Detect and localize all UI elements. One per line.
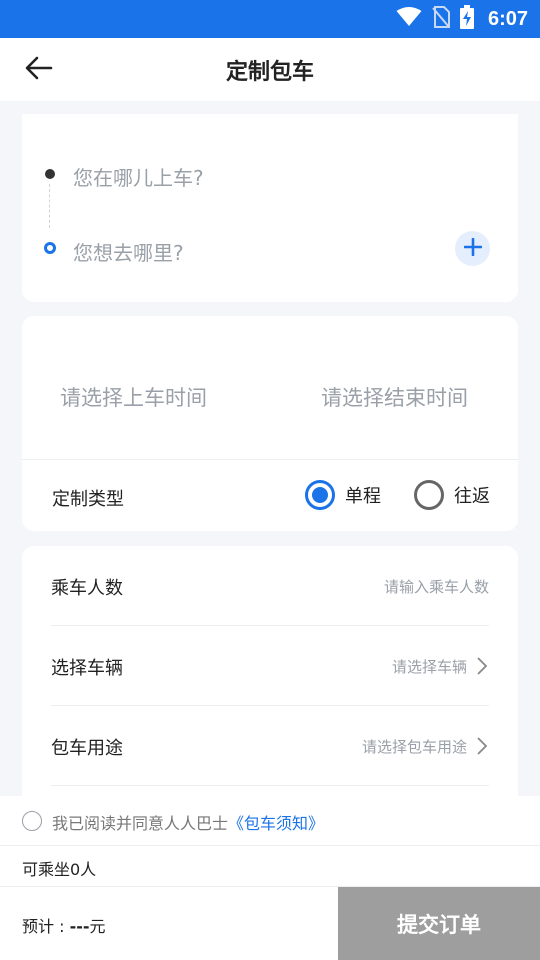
charter-purpose-label: 包车用途: [51, 738, 123, 759]
status-icons: 6:07: [396, 5, 528, 33]
wifi-icon: [396, 7, 422, 31]
charter-purpose-row[interactable]: 包车用途 请选择包车用途: [51, 706, 489, 786]
radio-round-trip[interactable]: 往返: [414, 480, 490, 510]
vehicle-select-value: 请选择车辆: [391, 658, 467, 676]
start-time-picker[interactable]: 请选择上车时间: [60, 382, 207, 412]
start-point-icon: [45, 169, 55, 179]
agreement-bar: 我已阅读并同意人人巴士《包车须知》: [0, 796, 540, 846]
price-unit: 元: [89, 917, 106, 936]
charter-terms-link[interactable]: 《包车须知》: [228, 814, 324, 833]
destination-input[interactable]: 您想去哪里?: [73, 237, 184, 266]
vehicle-select-row[interactable]: 选择车辆 请选择车辆: [51, 626, 489, 706]
battery-charging-icon: [459, 5, 474, 33]
price-label: 预计 :: [22, 917, 70, 936]
header: 定制包车: [0, 38, 540, 101]
bottom-bar: 预计 : ---元 提交订单: [0, 887, 540, 960]
plus-icon: [463, 237, 482, 260]
end-time-picker[interactable]: 请选择结束时间: [321, 382, 468, 412]
divider: [22, 459, 518, 460]
capacity-bar: 可乘坐0人: [0, 846, 540, 887]
price-value: ---: [69, 917, 90, 936]
route-connector: [49, 184, 50, 228]
trip-type-label: 定制类型: [52, 489, 124, 510]
submit-order-button[interactable]: 提交订单: [338, 887, 540, 960]
radio-checked-icon: [305, 480, 335, 510]
passenger-count-label: 乘车人数: [51, 578, 123, 599]
destination-point-icon: [44, 242, 56, 254]
radio-unchecked-icon: [414, 480, 444, 510]
passenger-count-input[interactable]: 请输入乘车人数: [384, 576, 489, 597]
route-card: 您在哪儿上车? 您想去哪里?: [22, 114, 518, 302]
radio-round-trip-label: 往返: [454, 486, 490, 507]
radio-one-way[interactable]: 单程: [305, 480, 381, 510]
agreement-label: 我已阅读并同意人人巴士: [52, 814, 229, 833]
chevron-right-icon: [475, 736, 489, 756]
no-sim-icon: [432, 6, 450, 32]
agreement-checkbox[interactable]: [22, 811, 42, 831]
status-time: 6:07: [487, 7, 528, 30]
status-bar: 6:07: [0, 0, 540, 38]
charter-purpose-value: 请选择包车用途: [361, 738, 467, 756]
page-title: 定制包车: [225, 60, 314, 85]
passenger-count-row[interactable]: 乘车人数 请输入乘车人数: [51, 546, 489, 626]
add-stop-button[interactable]: [455, 231, 490, 266]
agreement-text: 我已阅读并同意人人巴士《包车须知》: [52, 810, 324, 834]
chevron-right-icon: [475, 656, 489, 676]
capacity-text: 可乘坐0人: [22, 860, 97, 879]
pickup-location-input[interactable]: 您在哪儿上车?: [73, 162, 204, 191]
time-card: 请选择上车时间 请选择结束时间 定制类型 单程 往返: [22, 316, 518, 531]
vehicle-select-label: 选择车辆: [51, 658, 123, 679]
radio-one-way-label: 单程: [345, 486, 381, 507]
estimated-price: 预计 : ---元: [22, 913, 106, 937]
info-card: 乘车人数 请输入乘车人数 选择车辆 请选择车辆 包车用途 请选择包车用途: [22, 546, 518, 806]
